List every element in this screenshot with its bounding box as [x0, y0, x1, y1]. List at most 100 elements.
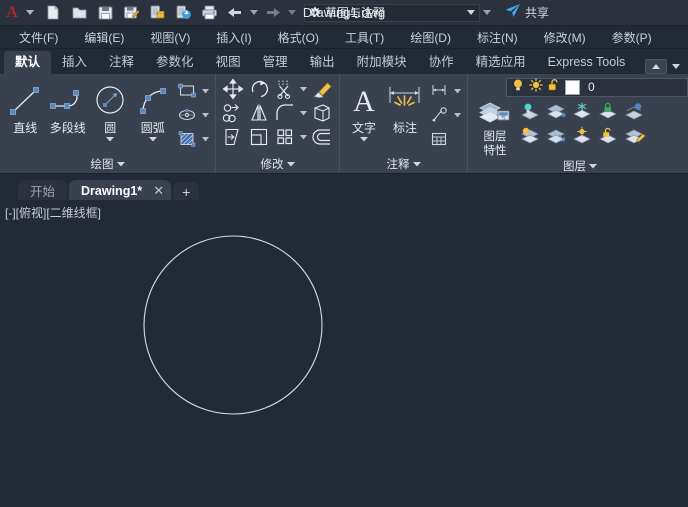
layer-thaw-icon[interactable] [529, 78, 543, 97]
stretch-icon[interactable] [220, 125, 246, 149]
open-from-web-icon[interactable] [170, 2, 196, 24]
linear-dimension-caret-icon[interactable] [452, 79, 463, 103]
draw-polyline-button[interactable]: 多段线 [47, 77, 90, 135]
redo-caret-icon[interactable] [286, 10, 298, 16]
undo-caret-icon[interactable] [248, 10, 260, 16]
redo-icon[interactable] [260, 2, 286, 24]
explode-icon[interactable] [309, 101, 335, 125]
close-icon[interactable]: ✕ [152, 184, 165, 197]
layer-isolate-icon[interactable] [518, 99, 544, 124]
panel-annotation-title-bar[interactable]: 注释 [340, 155, 467, 173]
menu-tools[interactable]: 工具(T) [332, 27, 397, 48]
layer-match-icon[interactable] [622, 124, 648, 149]
annotation-text-caret-icon[interactable] [360, 135, 368, 143]
ellipse-caret-icon[interactable] [200, 103, 211, 127]
layer-thaw-all-icon[interactable] [570, 124, 596, 149]
ribbon-minimize-icon[interactable] [645, 59, 667, 74]
ribbon-tab-manage[interactable]: 管理 [252, 51, 299, 74]
workspace-caret-icon[interactable] [465, 10, 477, 16]
application-menu-caret-icon[interactable] [24, 10, 36, 16]
ribbon-tab-insert[interactable]: 插入 [51, 51, 98, 74]
copy-icon[interactable] [220, 101, 246, 125]
menu-modify[interactable]: 修改(M) [531, 27, 599, 48]
save-file-icon[interactable] [92, 2, 118, 24]
layer-freeze-icon[interactable] [570, 99, 596, 124]
hatch-icon[interactable] [174, 127, 200, 151]
layer-unlock-icon[interactable] [547, 78, 561, 97]
leader-caret-icon[interactable] [452, 103, 463, 127]
draw-arc-caret-icon[interactable] [149, 135, 157, 143]
rectangle-caret-icon[interactable] [200, 79, 211, 103]
save-to-web-icon[interactable] [144, 2, 170, 24]
menu-insert[interactable]: 插入(I) [203, 27, 264, 48]
menu-file[interactable]: 文件(F) [6, 27, 71, 48]
menu-format[interactable]: 格式(O) [265, 27, 332, 48]
trim-caret-icon[interactable] [298, 77, 309, 101]
panel-draw-expand-icon[interactable] [117, 158, 125, 170]
layer-color-swatch[interactable] [565, 80, 580, 95]
layer-on-icon[interactable] [511, 78, 525, 97]
table-icon[interactable] [426, 127, 452, 151]
ribbon-tab-parametric[interactable]: 参数化 [145, 51, 205, 74]
ribbon-tab-featured-apps[interactable]: 精选应用 [465, 51, 537, 74]
menu-parametric[interactable]: 参数(P) [599, 27, 665, 48]
ribbon-tab-home[interactable]: 默认 [4, 51, 51, 74]
ribbon-tab-addins[interactable]: 附加模块 [346, 51, 418, 74]
layer-properties-button[interactable]: 与 图层 特性 [472, 98, 518, 158]
layer-lock-icon[interactable] [596, 99, 622, 124]
trim-icon[interactable] [272, 77, 298, 101]
plot-icon[interactable] [196, 2, 222, 24]
panel-annotation-expand-icon[interactable] [413, 158, 421, 170]
save-as-file-icon[interactable] [118, 2, 144, 24]
new-file-icon[interactable] [40, 2, 66, 24]
panel-modify-title-bar[interactable]: 修改 [216, 155, 339, 173]
ribbon-tab-output[interactable]: 输出 [299, 51, 346, 74]
workspace-extra-caret-icon[interactable] [480, 10, 494, 16]
hatch-caret-icon[interactable] [200, 127, 211, 151]
ribbon-tab-view[interactable]: 视图 [205, 51, 252, 74]
scale-icon[interactable] [246, 125, 272, 149]
ribbon-tab-express-tools[interactable]: Express Tools [537, 51, 637, 74]
ribbon-minimize-caret-icon[interactable] [670, 64, 682, 70]
drawing-canvas[interactable]: [-][俯视][二维线框] [0, 200, 688, 507]
leader-row[interactable] [426, 103, 463, 127]
menu-edit[interactable]: 编辑(E) [71, 27, 137, 48]
layer-off-icon[interactable] [544, 99, 570, 124]
panel-layers-title-bar[interactable]: 图层 [468, 158, 688, 174]
linear-dimension-icon[interactable] [426, 79, 452, 103]
linear-dimension-row[interactable] [426, 79, 463, 103]
new-tab-button[interactable]: + [173, 182, 199, 201]
autocad-logo-icon[interactable]: A [0, 5, 24, 21]
panel-layers-expand-icon[interactable] [589, 160, 597, 172]
doc-tab-start[interactable]: 开始 [18, 180, 67, 201]
open-file-icon[interactable] [66, 2, 92, 24]
draw-line-button[interactable]: 直线 [4, 77, 47, 135]
rectangle-icon[interactable] [174, 79, 200, 103]
menu-view[interactable]: 视图(V) [137, 27, 203, 48]
panel-draw-title-bar[interactable]: 绘图 [0, 155, 215, 173]
layer-turn-on-icon[interactable] [544, 124, 570, 149]
doc-tab-drawing1[interactable]: Drawing1* ✕ [69, 180, 171, 201]
circle-entity[interactable] [144, 236, 322, 414]
move-icon[interactable] [220, 77, 246, 101]
draw-rectangle-row[interactable] [174, 79, 211, 103]
ribbon-tab-collaborate[interactable]: 协作 [418, 51, 465, 74]
fillet-icon[interactable] [272, 101, 298, 125]
annotation-text-button[interactable]: A 文字 [344, 77, 384, 143]
mirror-icon[interactable] [246, 101, 272, 125]
layer-unisolate-icon[interactable] [518, 124, 544, 149]
draw-circle-button[interactable]: 圆 [89, 77, 132, 143]
draw-arc-button[interactable]: 圆弧 [132, 77, 175, 143]
fillet-caret-icon[interactable] [298, 101, 309, 125]
table-row-button[interactable] [426, 127, 463, 151]
menu-dimension[interactable]: 标注(N) [464, 27, 531, 48]
draw-circle-caret-icon[interactable] [106, 135, 114, 143]
layer-unlock-tool-icon[interactable] [596, 124, 622, 149]
draw-ellipse-row[interactable] [174, 103, 211, 127]
offset-icon[interactable] [309, 125, 335, 149]
draw-hatch-row[interactable] [174, 127, 211, 151]
menu-draw[interactable]: 绘图(D) [397, 27, 464, 48]
erase-icon[interactable] [309, 77, 335, 101]
annotation-dimension-button[interactable]: 标注 [384, 77, 426, 135]
leader-icon[interactable] [426, 103, 452, 127]
